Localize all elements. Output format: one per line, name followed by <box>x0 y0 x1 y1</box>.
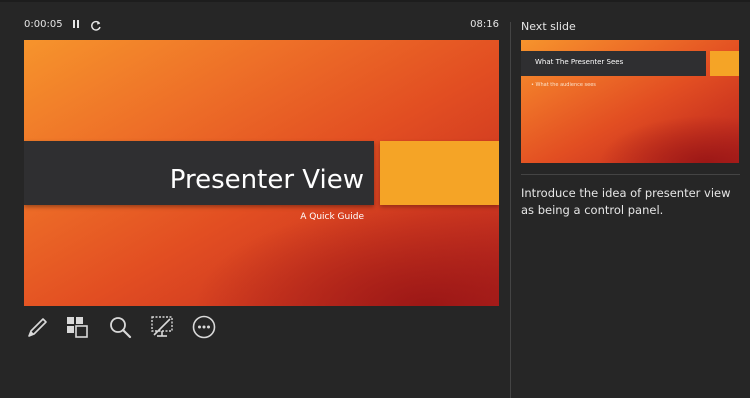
title-band: Presenter View <box>24 141 374 205</box>
next-slide-label: Next slide <box>521 20 576 33</box>
top-divider <box>0 0 750 2</box>
next-slide-bullet-text: What the audience sees <box>535 82 596 88</box>
current-slide[interactable]: Presenter View A Quick Guide <box>24 40 499 306</box>
elapsed-timer: 0:00:05 <box>24 19 63 30</box>
clock-time: 08:16 <box>470 19 499 30</box>
next-title-band: What The Presenter Sees <box>521 51 706 76</box>
notes-divider <box>521 174 740 175</box>
speaker-notes[interactable]: Introduce the idea of presenter view as … <box>521 185 743 219</box>
panel-divider <box>510 22 511 398</box>
next-slide-preview[interactable]: What The Presenter Sees • What the audie… <box>521 40 739 163</box>
black-screen-icon[interactable] <box>149 314 175 340</box>
slide-subtitle: A Quick Guide <box>300 212 364 222</box>
pen-icon[interactable] <box>24 314 50 340</box>
next-slide-title: What The Presenter Sees <box>535 58 624 66</box>
more-options-icon[interactable] <box>191 314 217 340</box>
restart-icon[interactable] <box>89 18 103 32</box>
accent-block <box>380 141 499 205</box>
pause-icon[interactable] <box>70 18 82 32</box>
zoom-icon[interactable] <box>107 314 133 340</box>
slide-title: Presenter View <box>169 165 364 195</box>
see-all-slides-icon[interactable] <box>64 314 90 340</box>
next-accent-block <box>710 51 739 76</box>
next-slide-bullet: • What the audience sees <box>531 82 596 88</box>
